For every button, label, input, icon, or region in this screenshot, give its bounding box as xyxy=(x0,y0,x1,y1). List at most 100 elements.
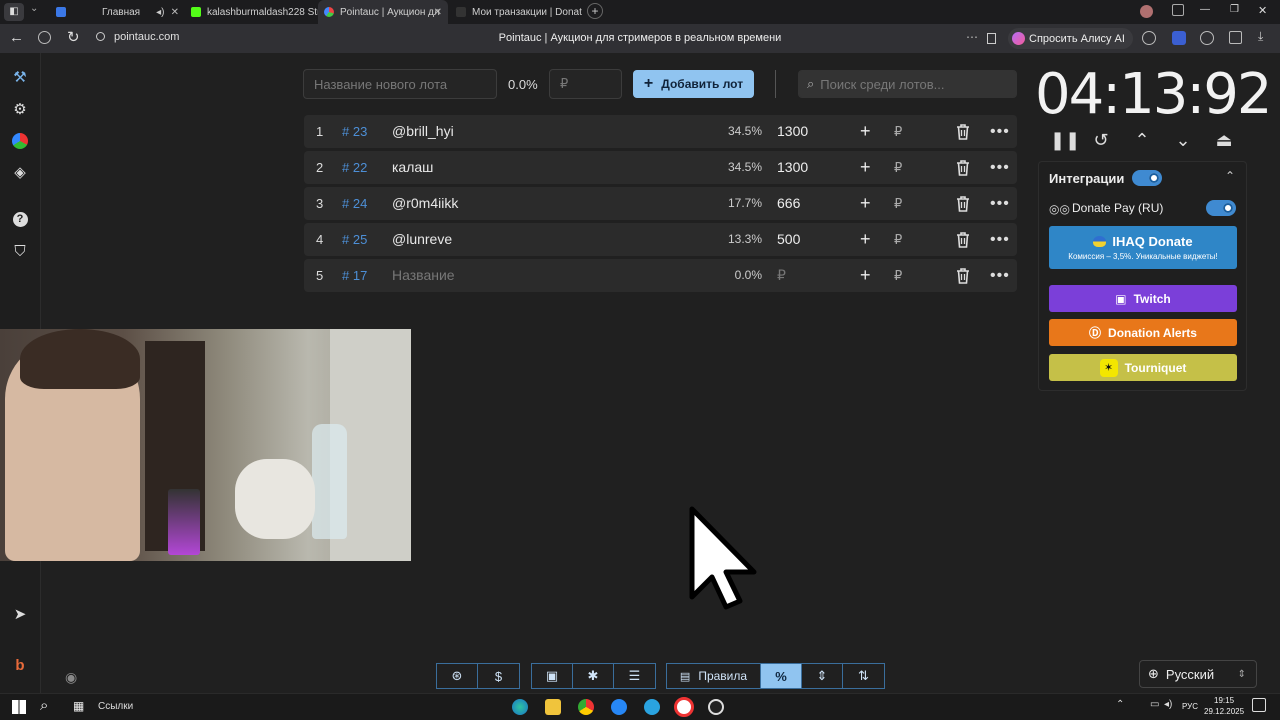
clock-date[interactable]: 29.12.2025 xyxy=(1204,707,1244,716)
tab-stream[interactable]: kalashburmaldash228 Str xyxy=(185,0,318,24)
task-view-icon[interactable]: ▦ xyxy=(73,699,84,713)
collections-icon[interactable] xyxy=(1229,31,1242,44)
chevron-down-icon[interactable]: ⌄ xyxy=(1173,130,1193,150)
trash-icon[interactable] xyxy=(956,223,972,256)
trash-icon[interactable] xyxy=(956,187,972,220)
new-lot-name-input[interactable]: Название нового лота xyxy=(303,69,497,99)
twitch-button[interactable]: ▣ Twitch xyxy=(1049,285,1237,312)
search-icon[interactable]: ⌕ xyxy=(40,697,48,714)
profile-avatar[interactable] xyxy=(1140,5,1153,18)
lot-name-input[interactable]: @lunreve xyxy=(392,223,452,256)
lot-amount-input[interactable]: 1300 xyxy=(777,115,808,148)
bookmark-icon[interactable] xyxy=(987,33,996,44)
new-lot-amount-input[interactable]: ₽ xyxy=(549,69,622,99)
tab-donate[interactable]: Мои транзакции | Donat xyxy=(450,0,585,24)
rules-button[interactable]: ▤ Правила xyxy=(667,664,761,688)
save-icon[interactable]: ▣ xyxy=(532,664,573,688)
trash-icon[interactable] xyxy=(956,151,972,184)
more-icon[interactable]: ••• xyxy=(990,259,1010,292)
boosty-icon[interactable]: b xyxy=(10,655,30,675)
add-amount-currency[interactable]: ₽ xyxy=(894,223,902,256)
pause-icon[interactable]: ❚❚ xyxy=(1050,130,1080,150)
notification-center-icon[interactable] xyxy=(1252,698,1266,712)
tray-chevron-icon[interactable]: ⌃ xyxy=(1116,699,1124,710)
add-amount-currency[interactable]: ₽ xyxy=(894,187,902,220)
dollar-icon[interactable]: $ xyxy=(478,664,519,688)
lot-row[interactable]: 4 # 25 @lunreve 13.3% 500 + ₽ ••• xyxy=(304,223,1017,256)
shield-icon[interactable]: ⛉ xyxy=(10,241,30,261)
tourniquet-button[interactable]: ✶ Tourniquet xyxy=(1049,354,1237,381)
integrations-toggle[interactable] xyxy=(1132,170,1162,186)
lot-amount-input[interactable]: 1300 xyxy=(777,151,808,184)
restart-icon[interactable]: ↺ xyxy=(1091,130,1111,150)
plus-icon[interactable]: + xyxy=(860,151,871,184)
downloads-icon[interactable]: ⤓ xyxy=(1258,29,1263,44)
ihaq-donate-button[interactable]: IHAQ Donate Комиссия – 3,5%. Уникальные … xyxy=(1049,226,1237,269)
tab-pointauc[interactable]: Pointauc | Аукцион дл ✕ xyxy=(318,0,448,24)
tab-home[interactable]: Главная ◂) ✕ xyxy=(50,0,185,24)
donation-alerts-button[interactable]: Ⓓ Donation Alerts xyxy=(1049,319,1237,346)
media-icon[interactable] xyxy=(1200,31,1214,45)
add-amount-currency[interactable]: ₽ xyxy=(894,151,902,184)
protect-icon[interactable] xyxy=(38,31,51,44)
keyboard-language[interactable]: РУС xyxy=(1182,702,1198,711)
clock-time[interactable]: 19:15 xyxy=(1214,696,1234,705)
browser-menu-icon[interactable]: ◧ xyxy=(4,3,24,21)
more-icon[interactable]: ⋯ xyxy=(966,30,978,44)
close-icon[interactable]: ✕ xyxy=(434,7,442,18)
plus-icon[interactable]: + xyxy=(860,115,871,148)
plus-icon[interactable]: + xyxy=(860,259,871,292)
more-icon[interactable]: ••• xyxy=(990,187,1010,220)
language-select[interactable]: ⊕ Русский ⇕ xyxy=(1139,660,1257,688)
network-icon[interactable]: ▭ xyxy=(1150,699,1159,710)
obs-icon[interactable] xyxy=(708,699,724,715)
mute-icon[interactable]: ◂) xyxy=(156,7,164,18)
lot-row[interactable]: 3 # 24 @r0m4iikk 17.7% 666 + ₽ ••• xyxy=(304,187,1017,220)
donatepay-toggle[interactable] xyxy=(1206,200,1236,216)
lot-amount-input[interactable]: ₽ xyxy=(777,259,786,292)
volume-icon[interactable]: ◂) xyxy=(1164,699,1172,710)
edge-icon[interactable] xyxy=(512,699,528,715)
reload-icon[interactable]: ↻ xyxy=(67,28,80,46)
telegram-app-icon[interactable] xyxy=(644,699,660,715)
auction-hammer-icon[interactable]: ⚒ xyxy=(10,67,30,87)
trash-icon[interactable] xyxy=(956,115,972,148)
yandex-browser-icon[interactable] xyxy=(674,697,694,717)
more-icon[interactable]: ••• xyxy=(990,115,1010,148)
more-icon[interactable]: ••• xyxy=(990,151,1010,184)
maximize-icon[interactable]: ❐ xyxy=(1230,4,1239,15)
ask-alice-button[interactable]: Спросить Алису AI xyxy=(1008,28,1133,49)
compact-icon[interactable]: ⇕ xyxy=(802,664,843,688)
plus-icon[interactable]: + xyxy=(860,223,871,256)
minimize-icon[interactable]: — xyxy=(1200,4,1210,15)
lot-name-input[interactable]: калаш xyxy=(392,151,433,184)
back-icon[interactable]: ← xyxy=(9,29,24,46)
window-close-icon[interactable]: ✕ xyxy=(1258,4,1267,17)
lot-row[interactable]: 1 # 23 @brill_hyi 34.5% 1300 + ₽ ••• xyxy=(304,115,1017,148)
wheel-icon[interactable] xyxy=(10,131,30,151)
lot-row[interactable]: 2 # 22 калаш 34.5% 1300 + ₽ ••• xyxy=(304,151,1017,184)
site-info-icon[interactable] xyxy=(96,32,105,41)
lot-name-input[interactable]: @brill_hyi xyxy=(392,115,454,148)
vk-icon[interactable] xyxy=(611,699,627,715)
sort-icon[interactable]: ⇅ xyxy=(843,664,884,688)
search-lots-input[interactable]: ⌕ Поиск среди лотов... xyxy=(798,70,1017,98)
collapse-up-icon[interactable]: ⏏ xyxy=(1214,130,1234,150)
add-amount-currency[interactable]: ₽ xyxy=(894,115,902,148)
plus-icon[interactable]: + xyxy=(860,187,871,220)
collapse-chevron-icon[interactable]: ⌃ xyxy=(1225,169,1235,183)
notifications-icon[interactable] xyxy=(1172,4,1184,16)
new-tab-button[interactable]: + xyxy=(587,3,603,19)
layers-icon[interactable]: ◈ xyxy=(10,162,30,182)
bug-icon[interactable]: ✱ xyxy=(573,664,614,688)
trash-icon[interactable] xyxy=(956,259,972,292)
help-icon[interactable]: ? xyxy=(10,209,30,229)
percent-toggle[interactable]: % xyxy=(761,664,802,688)
more-icon[interactable]: ••• xyxy=(990,223,1010,256)
lot-name-input[interactable]: @r0m4iikk xyxy=(392,187,458,220)
tabs-dropdown-icon[interactable]: ⌄ xyxy=(30,3,38,14)
chevron-up-icon[interactable]: ⌃ xyxy=(1132,130,1152,150)
chrome-icon[interactable] xyxy=(578,699,594,715)
links-label[interactable]: Ссылки xyxy=(98,701,133,712)
windows-start-icon[interactable] xyxy=(12,700,26,714)
